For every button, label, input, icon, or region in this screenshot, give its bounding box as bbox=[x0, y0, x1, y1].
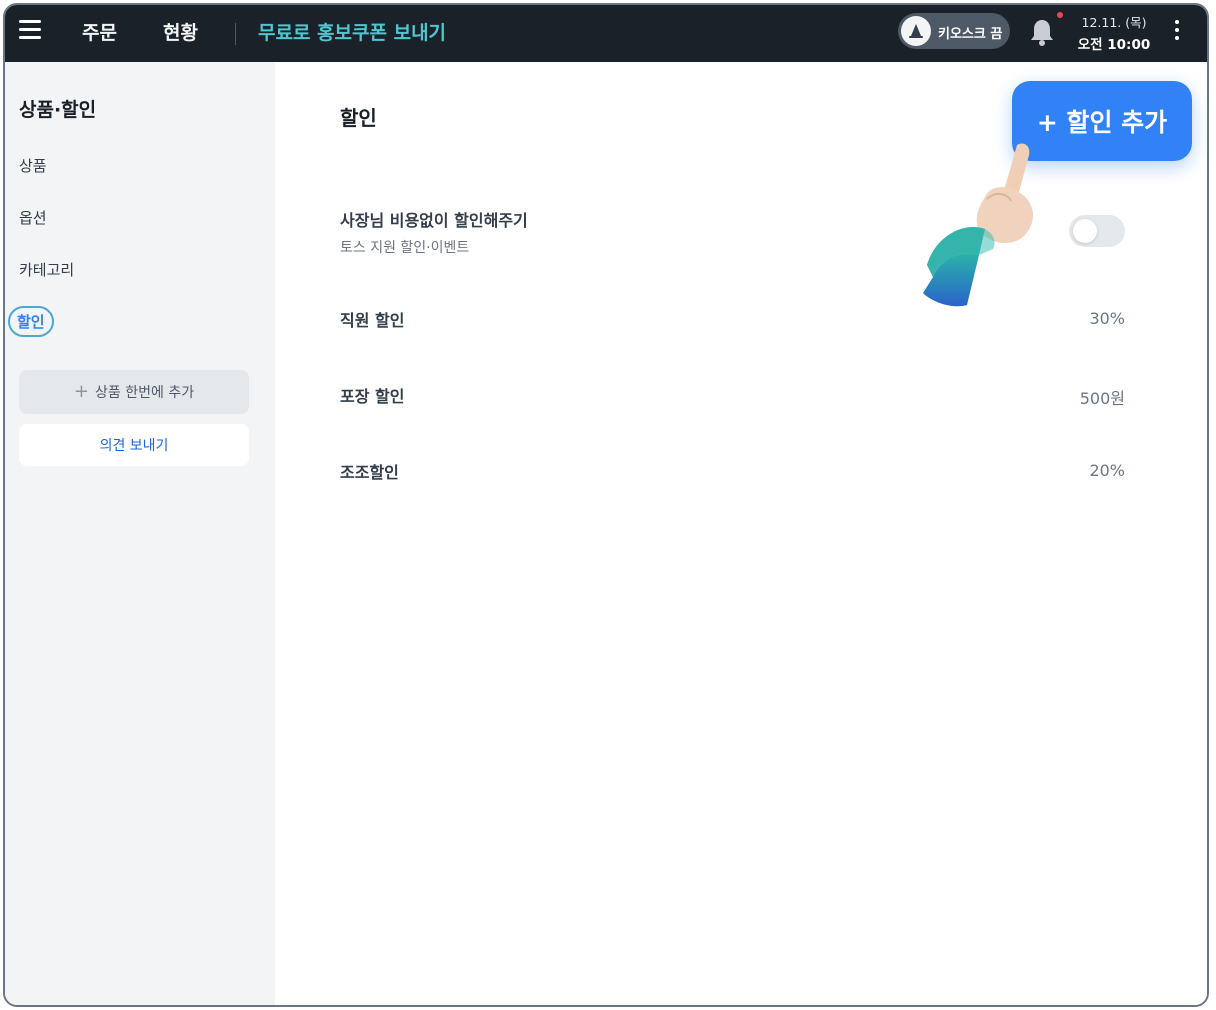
nav-order[interactable]: 주문 bbox=[82, 18, 117, 45]
kiosk-knob bbox=[901, 16, 931, 46]
clock-date: 12.11. (목) bbox=[1081, 15, 1147, 30]
bell-icon[interactable] bbox=[1029, 17, 1055, 47]
nav-status[interactable]: 현황 bbox=[163, 18, 198, 45]
notification-dot bbox=[1057, 12, 1063, 18]
kiosk-label: 키오스크 끔 bbox=[938, 27, 1003, 42]
clock: 12.11. (목) 오전 10:00 bbox=[1069, 12, 1159, 53]
discount-row-free-support: 사장님 비용없이 할인해주기 토스 지원 할인·이벤트 bbox=[340, 207, 1125, 257]
kiosk-icon bbox=[909, 24, 923, 38]
discount-row-staff[interactable]: 직원 할인 30% bbox=[340, 307, 1125, 331]
discount-value: 20% bbox=[1089, 461, 1125, 480]
free-support-toggle[interactable] bbox=[1069, 215, 1125, 247]
plus-icon: + bbox=[73, 381, 90, 402]
discount-subtitle: 토스 지원 할인·이벤트 bbox=[340, 240, 470, 256]
toggle-knob bbox=[1073, 219, 1097, 243]
discount-name: 직원 할인 bbox=[340, 311, 405, 330]
top-bar: 주문 현황 무료로 홍보쿠폰 보내기 키오스크 끔 12.11. (목) 오전 … bbox=[5, 5, 1207, 62]
sidebar-item-options[interactable]: 옵션 bbox=[19, 207, 47, 228]
app-window: 주문 현황 무료로 홍보쿠폰 보내기 키오스크 끔 12.11. (목) 오전 … bbox=[3, 3, 1209, 1007]
nav-divider bbox=[235, 23, 236, 45]
clock-time: 오전 10:00 bbox=[1077, 37, 1151, 53]
discount-name: 포장 할인 bbox=[340, 387, 405, 406]
bulk-add-label: 상품 한번에 추가 bbox=[95, 385, 195, 401]
main-content: 할인 + 할인 추가 사장님 비용없이 할인해주기 토스 지원 할인·이벤트 직… bbox=[275, 62, 1207, 1005]
discount-name: 조조할인 bbox=[340, 463, 399, 482]
discount-row-morning[interactable]: 조조할인 20% bbox=[340, 459, 1125, 483]
more-options-icon[interactable] bbox=[1169, 20, 1185, 46]
sidebar-item-products[interactable]: 상품 bbox=[19, 155, 47, 176]
discount-name: 사장님 비용없이 할인해주기 bbox=[340, 211, 528, 230]
hamburger-menu-icon[interactable] bbox=[19, 20, 43, 44]
bulk-add-products-button[interactable]: + 상품 한번에 추가 bbox=[19, 370, 249, 414]
discount-value: 30% bbox=[1089, 309, 1125, 328]
sidebar-item-discount[interactable]: 할인 bbox=[8, 306, 54, 337]
page-title: 할인 bbox=[340, 106, 377, 130]
send-feedback-button[interactable]: 의견 보내기 bbox=[19, 424, 249, 466]
discount-row-takeout[interactable]: 포장 할인 500원 bbox=[340, 383, 1125, 408]
nav-free-coupon[interactable]: 무료로 홍보쿠폰 보내기 bbox=[258, 18, 446, 45]
sidebar-item-category[interactable]: 카테고리 bbox=[19, 259, 74, 280]
kiosk-toggle[interactable]: 키오스크 끔 bbox=[898, 13, 1010, 49]
discount-value: 500원 bbox=[1079, 389, 1125, 408]
sidebar-title: 상품·할인 bbox=[19, 99, 97, 121]
sidebar: 상품·할인 상품 옵션 카테고리 할인 + 상품 한번에 추가 의견 보내기 bbox=[5, 62, 275, 1005]
